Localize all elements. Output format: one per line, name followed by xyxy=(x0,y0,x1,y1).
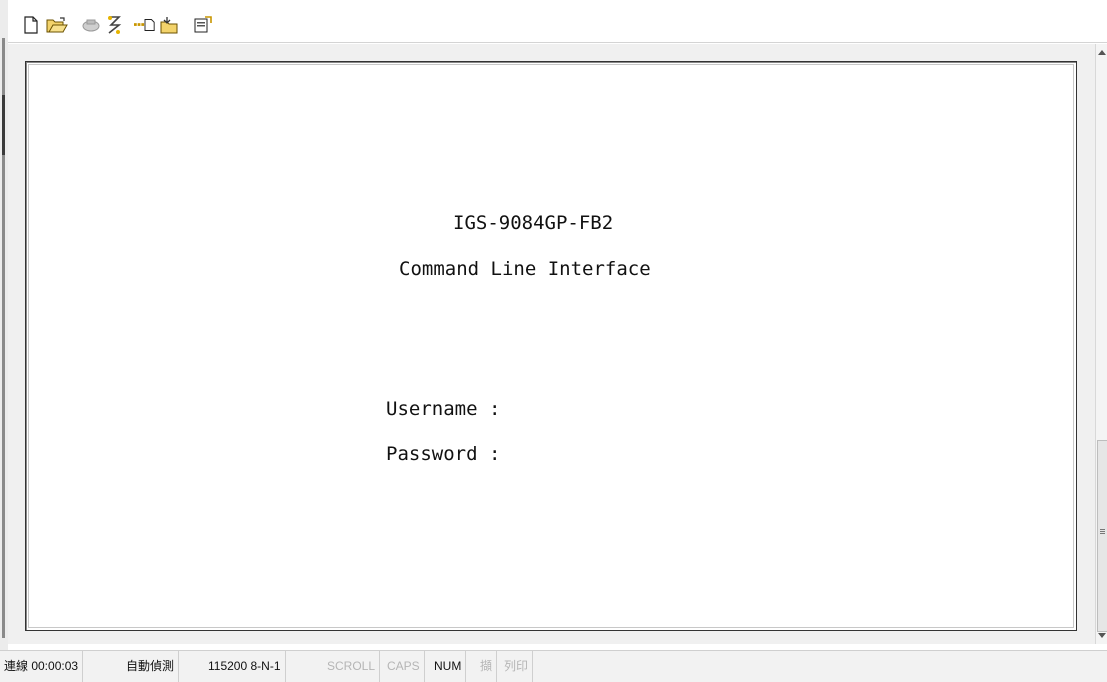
status-serial-settings: 115200 8-N-1 xyxy=(204,651,286,682)
toolbar xyxy=(8,0,1107,43)
terminal-screen[interactable] xyxy=(25,61,1077,631)
send-icon[interactable] xyxy=(134,14,156,36)
password-prompt: Password : xyxy=(386,443,501,465)
status-bar: 連線 00:00:03 自動偵測 115200 8-N-1 SCROLL CAP… xyxy=(0,650,1107,682)
disconnect-icon[interactable] xyxy=(80,14,102,36)
status-num: NUM xyxy=(430,651,467,682)
vertical-scrollbar[interactable] xyxy=(1095,44,1107,644)
status-print: 列印 xyxy=(500,651,534,682)
status-capture: 擷 xyxy=(476,651,498,682)
grip-icon xyxy=(1100,529,1105,530)
scroll-up-icon[interactable] xyxy=(1098,50,1106,55)
status-detect: 自動偵測 xyxy=(122,651,180,682)
edge-dark-mark xyxy=(2,95,5,155)
status-scroll: SCROLL xyxy=(323,651,381,682)
new-icon[interactable] xyxy=(20,14,42,36)
scroll-thumb[interactable] xyxy=(1097,440,1107,632)
username-prompt: Username : xyxy=(386,398,501,420)
status-caps: CAPS xyxy=(383,651,425,682)
connect-icon[interactable] xyxy=(103,14,125,36)
device-model-title: IGS-9084GP-FB2 xyxy=(453,212,614,234)
cli-subtitle: Command Line Interface xyxy=(399,258,651,280)
window-left-edge xyxy=(0,0,8,681)
open-icon[interactable] xyxy=(46,14,68,36)
scroll-down-icon[interactable] xyxy=(1098,633,1106,638)
terminal-inner-border xyxy=(28,64,1074,628)
receive-icon[interactable] xyxy=(158,14,180,36)
status-connection-time: 連線 00:00:03 xyxy=(0,651,84,682)
properties-icon[interactable] xyxy=(192,14,214,36)
